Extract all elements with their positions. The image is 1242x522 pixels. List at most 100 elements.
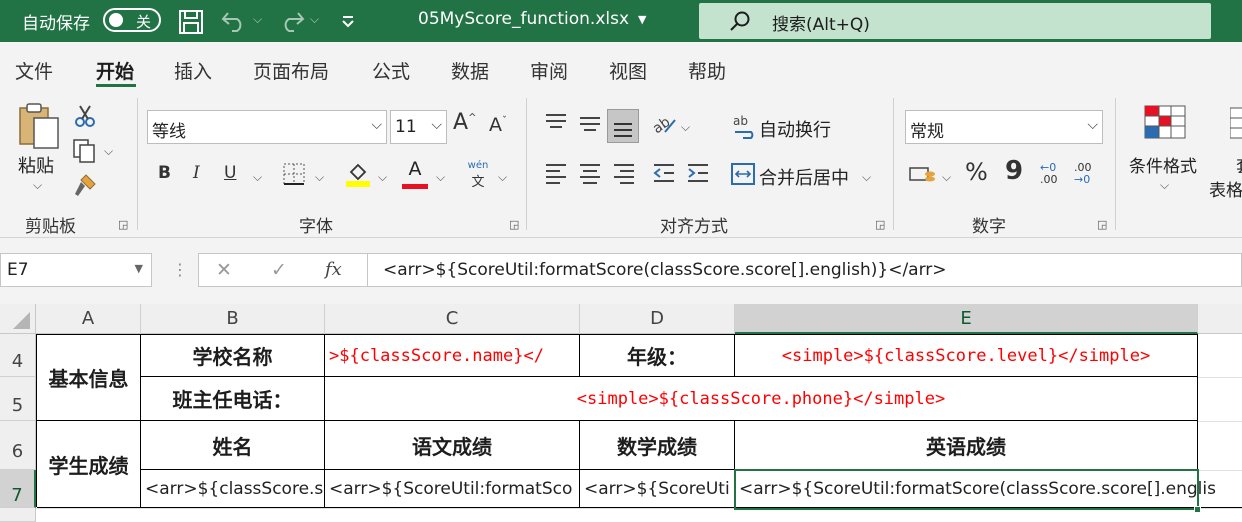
underline-dropdown-icon[interactable]: ⌵: [253, 170, 262, 185]
border-dropdown-icon[interactable]: ⌵: [315, 170, 324, 185]
select-all-corner[interactable]: [0, 304, 36, 334]
decrease-decimal-button[interactable]: .00 →0: [1074, 162, 1104, 186]
phonetic-dropdown-icon[interactable]: ⌵: [498, 170, 507, 185]
paste-label[interactable]: 粘贴: [18, 152, 54, 178]
align-bottom-icon[interactable]: [607, 109, 639, 143]
number-launcher-icon[interactable]: ◲: [1097, 218, 1107, 231]
cell-e6[interactable]: 英语成绩: [735, 421, 1198, 470]
tab-help[interactable]: 帮助: [688, 57, 726, 84]
clipboard-launcher-icon[interactable]: ◲: [118, 218, 128, 231]
cell-b4[interactable]: 学校名称: [141, 335, 325, 377]
orientation-icon[interactable]: ab: [650, 112, 677, 140]
more-options-icon[interactable]: ⋮: [172, 260, 188, 279]
row-header-4[interactable]: 4: [0, 334, 36, 377]
format-as-table-top-label[interactable]: 套: [1236, 152, 1242, 177]
tab-file[interactable]: 文件: [15, 57, 53, 84]
cell-d7[interactable]: <arr>${ScoreUti: [580, 470, 735, 508]
tab-insert[interactable]: 插入: [174, 57, 212, 84]
accounting-dropdown-icon[interactable]: ⌵: [942, 170, 951, 185]
undo-dropdown-icon[interactable]: ⌵: [253, 12, 262, 27]
row-header-5[interactable]: 5: [0, 377, 36, 421]
copy-icon[interactable]: [72, 138, 98, 168]
merge-dropdown-icon[interactable]: ⌵: [862, 170, 871, 185]
shrink-font-button[interactable]: Aˇ: [489, 114, 507, 136]
column-header-a[interactable]: A: [36, 304, 141, 334]
underline-button[interactable]: U: [224, 163, 236, 183]
format-painter-icon[interactable]: [72, 172, 98, 202]
autosave-toggle[interactable]: 关: [103, 8, 161, 32]
cell-e4[interactable]: <simple>${classScore.level}</simple>: [735, 335, 1198, 377]
row-header-6[interactable]: 6: [0, 421, 36, 470]
formula-input[interactable]: <arr>${ScoreUtil:formatScore(classScore.…: [367, 253, 1242, 287]
redo-icon[interactable]: [276, 9, 306, 37]
column-header-f[interactable]: [1198, 304, 1242, 334]
search-box[interactable]: 搜索(Alt+Q): [699, 3, 1211, 39]
align-middle-icon[interactable]: [578, 112, 602, 138]
tab-review[interactable]: 审阅: [530, 57, 568, 84]
percent-button[interactable]: %: [965, 158, 988, 186]
cell-c5[interactable]: <simple>${classScore.phone}</simple>: [325, 377, 1198, 421]
row-header-8[interactable]: [0, 508, 36, 522]
column-header-e[interactable]: E: [735, 304, 1198, 334]
cell-a6[interactable]: 学生成绩: [37, 421, 141, 508]
tab-home[interactable]: 开始: [96, 57, 134, 84]
name-box[interactable]: E7 ▼: [0, 253, 152, 287]
paste-icon[interactable]: [16, 102, 62, 154]
font-color-dropdown-icon[interactable]: ⌵: [436, 170, 445, 185]
enter-icon[interactable]: ✓: [271, 259, 287, 281]
border-icon[interactable]: [282, 162, 306, 190]
align-left-icon[interactable]: [544, 162, 568, 188]
cell-c6[interactable]: 语文成绩: [325, 421, 580, 470]
tab-page-layout[interactable]: 页面布局: [253, 57, 329, 84]
cell-d4[interactable]: 年级：: [580, 335, 735, 377]
number-format-select[interactable]: 常规 ⌵: [905, 110, 1103, 144]
cell-a4[interactable]: 基本信息: [37, 335, 141, 421]
bold-button[interactable]: B: [158, 163, 171, 183]
phonetic-button[interactable]: wén 文: [466, 160, 490, 190]
undo-icon[interactable]: [220, 9, 250, 37]
orientation-dropdown-icon[interactable]: ⌵: [681, 120, 690, 135]
alignment-launcher-icon[interactable]: ◲: [875, 218, 885, 231]
fill-handle[interactable]: [1194, 506, 1201, 513]
cell-b6[interactable]: 姓名: [141, 421, 325, 470]
copy-dropdown-icon[interactable]: ⌵: [104, 144, 113, 159]
filename-dropdown-icon[interactable]: ▼: [638, 13, 646, 26]
column-header-b[interactable]: B: [141, 304, 325, 334]
cell-c7[interactable]: <arr>${ScoreUtil:formatSco: [325, 470, 580, 508]
font-launcher-icon[interactable]: ◲: [509, 218, 519, 231]
align-right-icon[interactable]: [612, 162, 636, 188]
tab-view[interactable]: 视图: [609, 57, 647, 84]
customize-toolbar-icon[interactable]: [340, 10, 356, 34]
align-center-icon[interactable]: [578, 162, 602, 188]
decrease-indent-icon[interactable]: [652, 162, 676, 188]
grow-font-button[interactable]: A^: [453, 110, 476, 135]
conditional-format-icon[interactable]: [1143, 104, 1189, 144]
format-as-table-label[interactable]: 表格: [1209, 176, 1242, 201]
italic-button[interactable]: I: [193, 163, 200, 183]
save-icon[interactable]: [178, 9, 204, 39]
align-top-icon[interactable]: [544, 112, 568, 138]
column-header-d[interactable]: D: [580, 304, 735, 334]
cancel-icon[interactable]: ✕: [216, 259, 232, 281]
tab-formulas[interactable]: 公式: [372, 57, 410, 84]
insert-function-icon[interactable]: fx: [325, 259, 342, 280]
comma-button[interactable]: 9: [1005, 156, 1023, 186]
cell-b5[interactable]: 班主任电话：: [141, 377, 325, 421]
accounting-format-icon[interactable]: [908, 164, 938, 190]
cut-icon[interactable]: [74, 104, 96, 132]
redo-dropdown-icon[interactable]: ⌵: [310, 12, 319, 27]
cell-c4[interactable]: >${classScore.name}</: [325, 335, 580, 377]
font-size-select[interactable]: 11 ⌵: [390, 110, 447, 144]
font-color-button[interactable]: A: [402, 158, 428, 189]
cell-d6[interactable]: 数学成绩: [580, 421, 735, 470]
increase-indent-icon[interactable]: [686, 162, 710, 188]
fill-color-icon[interactable]: [345, 160, 371, 192]
format-as-table-icon[interactable]: [1229, 106, 1242, 144]
font-name-select[interactable]: 等线 ⌵: [147, 110, 387, 144]
conditional-format-label[interactable]: 条件格式: [1129, 152, 1197, 177]
column-header-c[interactable]: C: [325, 304, 580, 334]
cell-b7[interactable]: <arr>${classScore.s: [141, 470, 325, 508]
filename[interactable]: 05MyScore_function.xlsx: [418, 9, 629, 29]
paste-dropdown-icon[interactable]: ⌵: [33, 178, 42, 193]
fill-color-dropdown-icon[interactable]: ⌵: [378, 170, 387, 185]
